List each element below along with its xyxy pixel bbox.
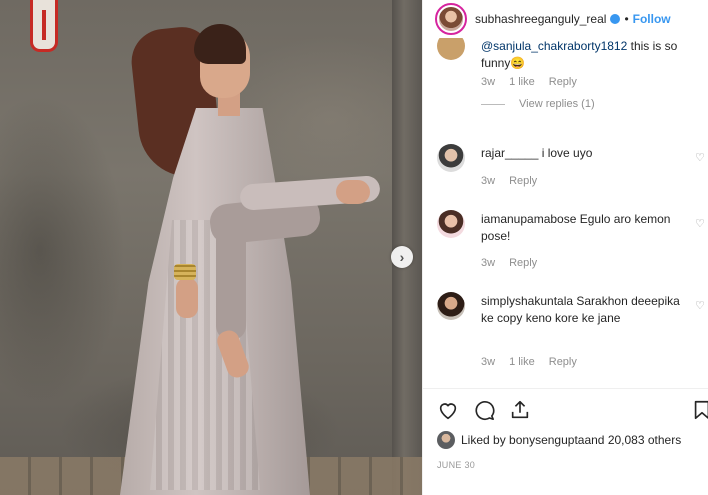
heart-icon[interactable]: ♡ bbox=[695, 152, 707, 164]
comment-reply-button[interactable]: Reply bbox=[549, 76, 577, 88]
liker-username[interactable]: bonysengupta bbox=[509, 433, 584, 447]
comment-avatar[interactable] bbox=[437, 38, 465, 60]
figure-lower-leg bbox=[216, 220, 246, 340]
comment-username[interactable]: simplyshakuntala bbox=[481, 294, 573, 308]
comment-text: iamanupamabose Egulo aro kemon pose! bbox=[481, 212, 671, 243]
model-figure bbox=[90, 20, 390, 495]
post-sidebar: subhashreeganguly_real • Follow @sanjula… bbox=[422, 0, 708, 495]
heart-icon[interactable]: ♡ bbox=[695, 218, 707, 230]
comment-avatar[interactable] bbox=[437, 144, 465, 172]
header-separator: • bbox=[624, 12, 629, 26]
follow-button[interactable]: Follow bbox=[633, 12, 671, 26]
comment-time: 3w bbox=[481, 76, 496, 88]
figure-bangle bbox=[174, 264, 196, 280]
comment-time: 3w bbox=[481, 257, 496, 269]
comment-username[interactable]: iamanupamabose bbox=[481, 212, 576, 226]
next-photo-button[interactable]: › bbox=[391, 246, 413, 268]
instagram-post: › subhashreeganguly_real • Follow @sanju… bbox=[0, 0, 708, 495]
comment-avatar[interactable] bbox=[437, 292, 465, 320]
author-username[interactable]: subhashreeganguly_real bbox=[475, 12, 606, 26]
bookmark-icon[interactable] bbox=[691, 399, 708, 421]
figure-head-hair bbox=[194, 24, 246, 64]
post-actions: Liked by bonysengupta and 20,083 others … bbox=[423, 388, 708, 495]
comment-username[interactable]: rajar_____ bbox=[481, 146, 538, 160]
verified-icon bbox=[610, 14, 621, 24]
comment-text: simplyshakuntala Sarakhon deeepika ke co… bbox=[481, 294, 680, 325]
likes-count[interactable]: 20,083 others bbox=[608, 433, 681, 447]
comment-text: @sanjula_chakraborty1812 this is so funn… bbox=[481, 39, 678, 70]
comment-mention[interactable]: @sanjula_chakraborty1812 bbox=[481, 39, 627, 53]
comments-list[interactable]: @sanjula_chakraborty1812 this is so funn… bbox=[423, 38, 708, 388]
comment-meta: 3w Reply bbox=[481, 175, 537, 187]
wall-lamp bbox=[30, 0, 58, 52]
figure-lower-hand bbox=[176, 278, 198, 318]
comment-text: rajar_____ i love uyo bbox=[481, 146, 593, 160]
comment-meta: 3w Reply bbox=[481, 257, 537, 269]
comment-meta: 3w 1 like Reply bbox=[481, 356, 577, 368]
view-replies-button[interactable]: View replies (1) bbox=[481, 98, 595, 110]
liker-avatar[interactable] bbox=[437, 431, 455, 449]
chevron-right-icon: › bbox=[399, 249, 405, 265]
heart-icon[interactable]: ♡ bbox=[695, 300, 707, 312]
share-icon[interactable] bbox=[509, 399, 531, 421]
comment-icon[interactable] bbox=[473, 399, 495, 421]
comment-reply-button[interactable]: Reply bbox=[549, 356, 577, 368]
comment-time: 3w bbox=[481, 175, 496, 187]
post-header: subhashreeganguly_real • Follow bbox=[423, 0, 708, 38]
author-avatar[interactable] bbox=[435, 3, 467, 35]
comment-time: 3w bbox=[481, 356, 496, 368]
comment-avatar[interactable] bbox=[437, 210, 465, 238]
likes-summary: Liked by bonysengupta and 20,083 others bbox=[437, 431, 681, 449]
comment-meta: 3w 1 like Reply bbox=[481, 76, 577, 88]
comment-reply-button[interactable]: Reply bbox=[509, 257, 537, 269]
comment-likes[interactable]: 1 like bbox=[509, 356, 535, 368]
heart-icon[interactable] bbox=[437, 399, 459, 421]
post-photo[interactable]: › bbox=[0, 0, 422, 495]
action-icons bbox=[437, 399, 531, 421]
figure-hand bbox=[336, 180, 370, 204]
comment-likes[interactable]: 1 like bbox=[509, 76, 535, 88]
comment-reply-button[interactable]: Reply bbox=[509, 175, 537, 187]
post-date: JUNE 30 bbox=[437, 460, 476, 470]
